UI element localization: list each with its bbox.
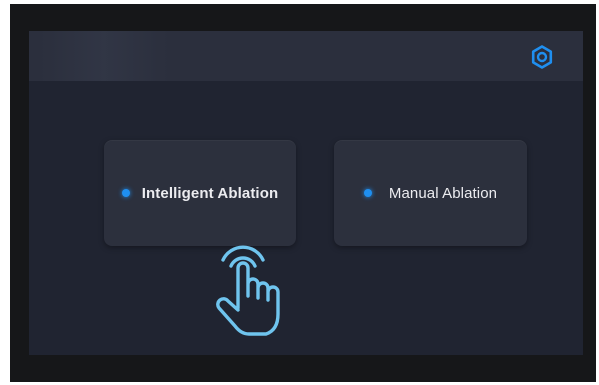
gear-icon [531,45,553,69]
manual-ablation-button[interactable]: Manual Ablation [334,140,527,246]
manual-ablation-label: Manual Ablation [388,184,498,202]
tap-hand-icon [216,245,280,336]
indicator-dot [121,189,130,197]
settings-button[interactable] [529,44,555,70]
intelligent-ablation-label: Intelligent Ablation [141,184,279,202]
indicator-dot [363,189,372,197]
app-screen: Intelligent Ablation Manual Ablation [29,31,583,355]
top-bar [29,31,583,81]
device-bezel: Intelligent Ablation Manual Ablation [10,4,596,382]
top-bar-highlight [39,31,169,81]
